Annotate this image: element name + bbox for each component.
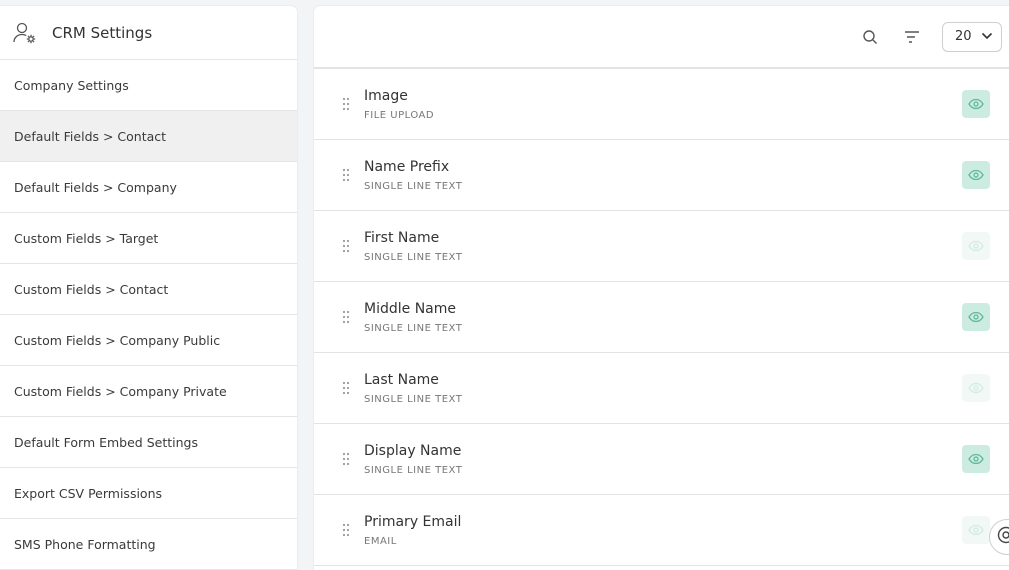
field-label: Image	[364, 87, 408, 104]
eye-icon	[968, 240, 984, 252]
drag-handle-icon[interactable]	[342, 239, 350, 253]
field-type: SINGLE LINE TEXT	[364, 393, 463, 405]
eye-icon	[968, 382, 984, 394]
sidebar-item[interactable]: SMS Phone Formatting	[0, 519, 297, 570]
page-size-value: 20	[955, 29, 972, 44]
sidebar-header: CRM Settings	[0, 6, 297, 60]
sidebar-item-label: Export CSV Permissions	[14, 485, 163, 501]
field-info: Name Prefix SINGLE LINE TEXT	[364, 159, 962, 192]
field-label: Primary Email	[364, 513, 462, 530]
sidebar-item[interactable]: Export CSV Permissions	[0, 468, 297, 519]
field-label: First Name	[364, 229, 440, 246]
sidebar: CRM Settings Company Settings Default Fie…	[0, 6, 297, 570]
field-info: Middle Name SINGLE LINE TEXT	[364, 301, 962, 334]
sidebar-title: CRM Settings	[52, 23, 153, 42]
eye-icon	[968, 453, 984, 465]
sidebar-item-label: Default Fields > Contact	[14, 128, 167, 144]
eye-icon	[968, 169, 984, 181]
visibility-toggle-button[interactable]	[962, 374, 990, 402]
toolbar: 20	[314, 6, 1009, 69]
chevron-down-icon	[981, 29, 993, 44]
sidebar-item-label: Default Form Embed Settings	[14, 434, 198, 450]
drag-handle-icon[interactable]	[342, 381, 350, 395]
field-row: Name Prefix SINGLE LINE TEXT	[314, 140, 1009, 211]
sidebar-item[interactable]: Default Fields > Contact	[0, 111, 297, 162]
field-row: Image FILE UPLOAD	[314, 69, 1009, 140]
field-list: Image FILE UPLOAD Name Prefix SINGLE LINE T…	[314, 69, 1009, 566]
eye-icon	[968, 524, 984, 536]
field-info: Primary Email EMAIL	[364, 514, 962, 547]
fields-panel: 20 Image FILE UPLOAD Name Prefix SINGLE LIN…	[314, 6, 1009, 570]
sidebar-item-label: Custom Fields > Company Private	[14, 383, 227, 399]
sidebar-item-label: Default Fields > Company	[14, 179, 177, 195]
field-type: SINGLE LINE TEXT	[364, 251, 463, 263]
visibility-toggle-button[interactable]	[962, 303, 990, 331]
sidebar-item[interactable]: Custom Fields > Company Public	[0, 315, 297, 366]
drag-handle-icon[interactable]	[342, 168, 350, 182]
field-type: EMAIL	[364, 535, 397, 547]
drag-handle-icon[interactable]	[342, 523, 350, 537]
search-icon[interactable]	[858, 25, 882, 49]
sidebar-item-label: Custom Fields > Contact	[14, 281, 169, 297]
eye-icon	[968, 98, 984, 110]
field-info: First Name SINGLE LINE TEXT	[364, 230, 962, 263]
drag-handle-icon[interactable]	[342, 97, 350, 111]
field-row: Last Name SINGLE LINE TEXT	[314, 353, 1009, 424]
help-icon	[997, 526, 1009, 548]
sidebar-item[interactable]: Default Form Embed Settings	[0, 417, 297, 468]
drag-handle-icon[interactable]	[342, 452, 350, 466]
sidebar-item[interactable]: Custom Fields > Contact	[0, 264, 297, 315]
sidebar-item[interactable]: Company Settings	[0, 60, 297, 111]
field-row: Middle Name SINGLE LINE TEXT	[314, 282, 1009, 353]
sidebar-item-label: Custom Fields > Company Public	[14, 332, 221, 348]
drag-handle-icon[interactable]	[342, 310, 350, 324]
visibility-toggle-button[interactable]	[962, 161, 990, 189]
field-info: Last Name SINGLE LINE TEXT	[364, 372, 962, 405]
field-type: SINGLE LINE TEXT	[364, 322, 463, 334]
visibility-toggle-button[interactable]	[962, 516, 990, 544]
sidebar-item-label: SMS Phone Formatting	[14, 536, 156, 552]
field-label: Last Name	[364, 371, 439, 388]
field-label: Middle Name	[364, 300, 456, 317]
sort-icon[interactable]	[900, 25, 924, 49]
field-type: FILE UPLOAD	[364, 109, 435, 121]
field-info: Display Name SINGLE LINE TEXT	[364, 443, 962, 476]
sidebar-list: Company Settings Default Fields > Contact…	[0, 60, 297, 570]
field-label: Display Name	[364, 442, 462, 459]
sidebar-item-label: Custom Fields > Target	[14, 230, 159, 246]
field-row: Display Name SINGLE LINE TEXT	[314, 424, 1009, 495]
eye-icon	[968, 311, 984, 323]
sidebar-item[interactable]: Custom Fields > Target	[0, 213, 297, 264]
user-gear-icon	[12, 20, 38, 46]
sidebar-item-label: Company Settings	[14, 77, 129, 93]
field-info: Image FILE UPLOAD	[364, 88, 962, 121]
field-type: SINGLE LINE TEXT	[364, 464, 463, 476]
sidebar-item[interactable]: Default Fields > Company	[0, 162, 297, 213]
field-row: Primary Email EMAIL	[314, 495, 1009, 566]
visibility-toggle-button[interactable]	[962, 445, 990, 473]
page-size-select[interactable]: 20	[942, 21, 1002, 52]
field-label: Name Prefix	[364, 158, 450, 175]
field-row: First Name SINGLE LINE TEXT	[314, 211, 1009, 282]
visibility-toggle-button[interactable]	[962, 90, 990, 118]
field-type: SINGLE LINE TEXT	[364, 180, 463, 192]
sidebar-item[interactable]: Custom Fields > Company Private	[0, 366, 297, 417]
visibility-toggle-button[interactable]	[962, 232, 990, 260]
